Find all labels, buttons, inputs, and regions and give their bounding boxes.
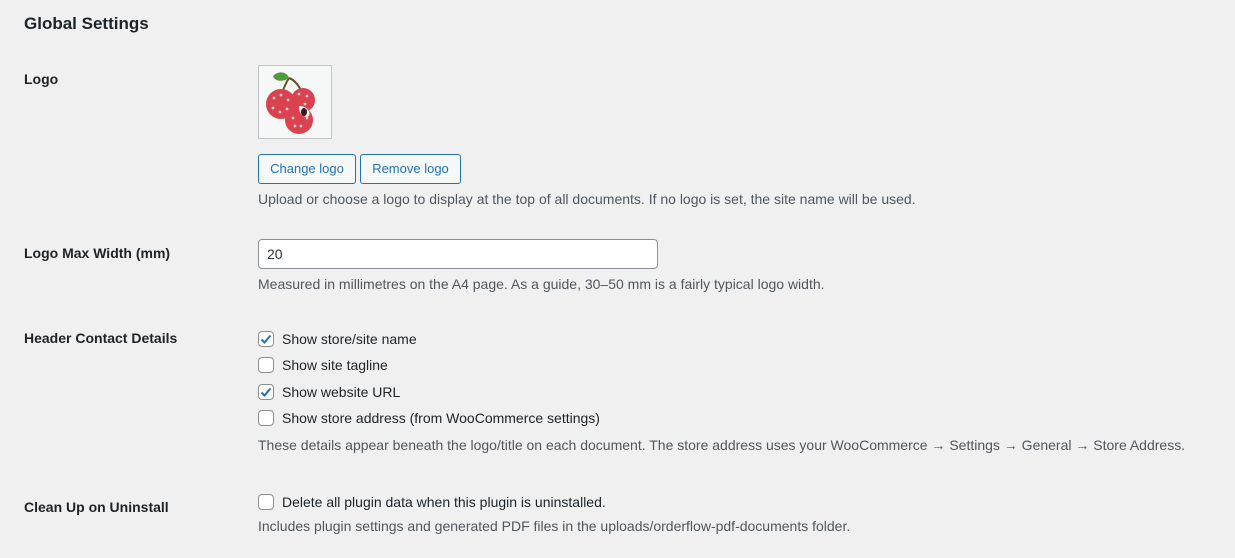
checkbox-website-url[interactable] (258, 384, 274, 400)
option-show-website-url[interactable]: Show website URL (258, 383, 400, 401)
checkbox-tagline[interactable] (258, 357, 274, 373)
header-contact-label: Header Contact Details (24, 330, 178, 346)
option-label: Show website URL (282, 384, 401, 400)
checkmark-icon (260, 334, 272, 344)
logo-label: Logo (24, 71, 59, 87)
remove-logo-button[interactable]: Remove logo (360, 154, 461, 184)
logo-description: Upload or choose a logo to display at th… (258, 191, 916, 207)
option-label: Delete all plugin data when this plugin … (282, 494, 606, 510)
checkbox-site-name[interactable] (258, 331, 274, 347)
cleanup-label: Clean Up on Uninstall (24, 499, 169, 515)
lychee-logo-icon (266, 72, 315, 134)
logo-max-width-input[interactable] (258, 239, 658, 269)
logo-max-width-description: Measured in millimetres on the A4 page. … (258, 276, 825, 292)
option-show-store-address[interactable]: Show store address (from WooCommerce set… (258, 409, 600, 427)
option-label: Show store/site name (282, 331, 417, 347)
page-title: Global Settings (24, 14, 149, 33)
option-label: Show site tagline (282, 357, 388, 373)
option-delete-data[interactable]: Delete all plugin data when this plugin … (258, 493, 606, 511)
logo-preview (258, 65, 332, 139)
checkbox-store-address[interactable] (258, 410, 274, 426)
header-contact-description: These details appear beneath the logo/ti… (258, 437, 1186, 453)
checkbox-delete-data[interactable] (258, 494, 274, 510)
change-logo-button[interactable]: Change logo (258, 154, 356, 184)
option-label: Show store address (from WooCommerce set… (282, 410, 600, 426)
checkmark-icon (260, 387, 272, 397)
logo-max-width-label: Logo Max Width (mm) (24, 245, 171, 261)
option-show-site-name[interactable]: Show store/site name (258, 330, 417, 348)
option-show-tagline[interactable]: Show site tagline (258, 356, 388, 374)
cleanup-description: Includes plugin settings and generated P… (258, 518, 851, 534)
